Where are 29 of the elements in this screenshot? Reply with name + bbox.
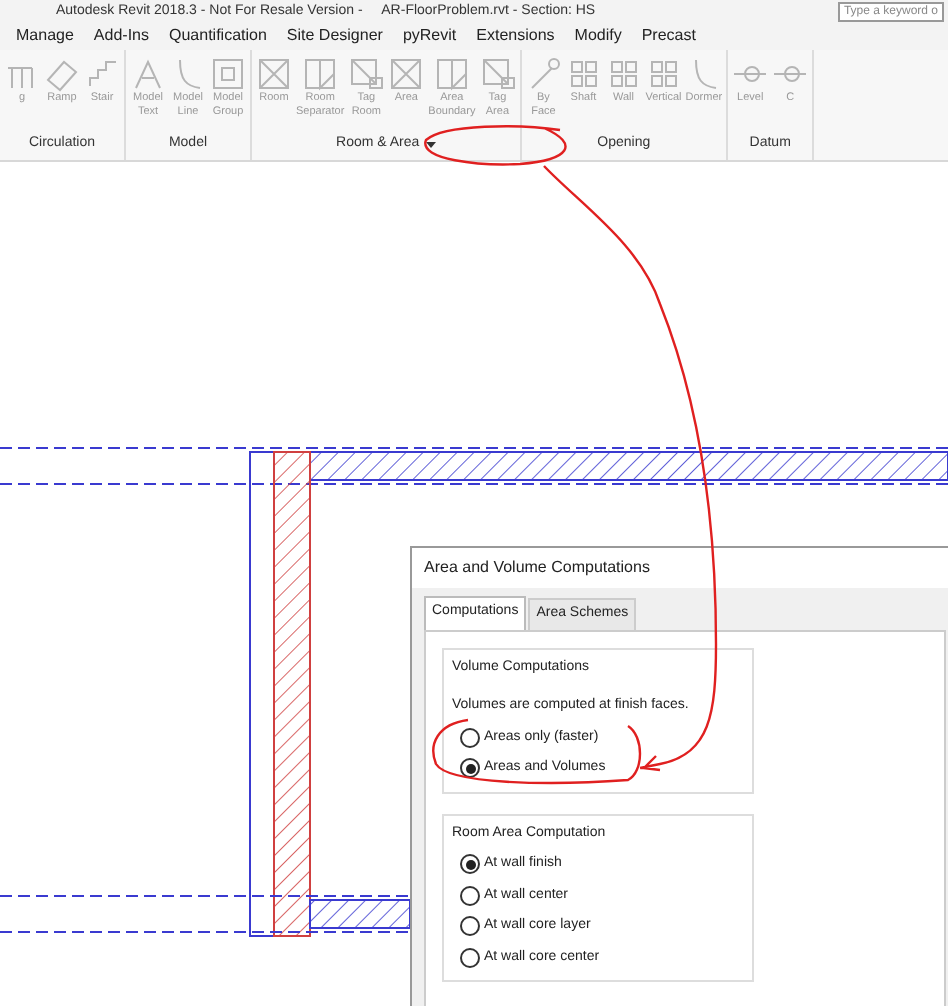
menu-tab[interactable]: Quantification <box>169 24 267 48</box>
menu-tab[interactable]: Add-Ins <box>93 24 149 48</box>
tool-icon <box>302 56 339 92</box>
menu-tab[interactable]: Manage <box>16 24 74 48</box>
radio-button[interactable] <box>460 854 480 875</box>
tool-icon <box>84 56 120 92</box>
tool-icon <box>130 56 166 92</box>
caret-icon[interactable] <box>425 142 436 148</box>
tool-icon <box>44 56 80 92</box>
tool-icon <box>256 56 292 92</box>
radio-button[interactable] <box>460 916 480 937</box>
menu-tab[interactable]: Precast <box>641 24 696 48</box>
menu-tab[interactable]: pyRevit <box>402 24 457 48</box>
tool-icon <box>479 56 516 92</box>
tool-icon <box>433 56 470 92</box>
menu-tab[interactable]: Extensions <box>476 24 555 48</box>
dialog-title: Area and Volume Computations <box>424 556 650 580</box>
menu-tab[interactable]: Site Designer <box>286 24 383 48</box>
tool-icon <box>210 56 246 92</box>
tool-icon <box>388 56 425 92</box>
radio-button[interactable] <box>460 727 480 748</box>
tool-icon <box>605 56 642 92</box>
radio-button[interactable] <box>460 758 480 779</box>
menu-tab[interactable]: Modify <box>574 24 622 48</box>
radio-button[interactable] <box>460 885 480 906</box>
radio-button[interactable] <box>460 947 480 968</box>
tool-icon <box>348 56 385 92</box>
tool-icon <box>565 56 602 92</box>
tool-icon <box>645 56 682 92</box>
